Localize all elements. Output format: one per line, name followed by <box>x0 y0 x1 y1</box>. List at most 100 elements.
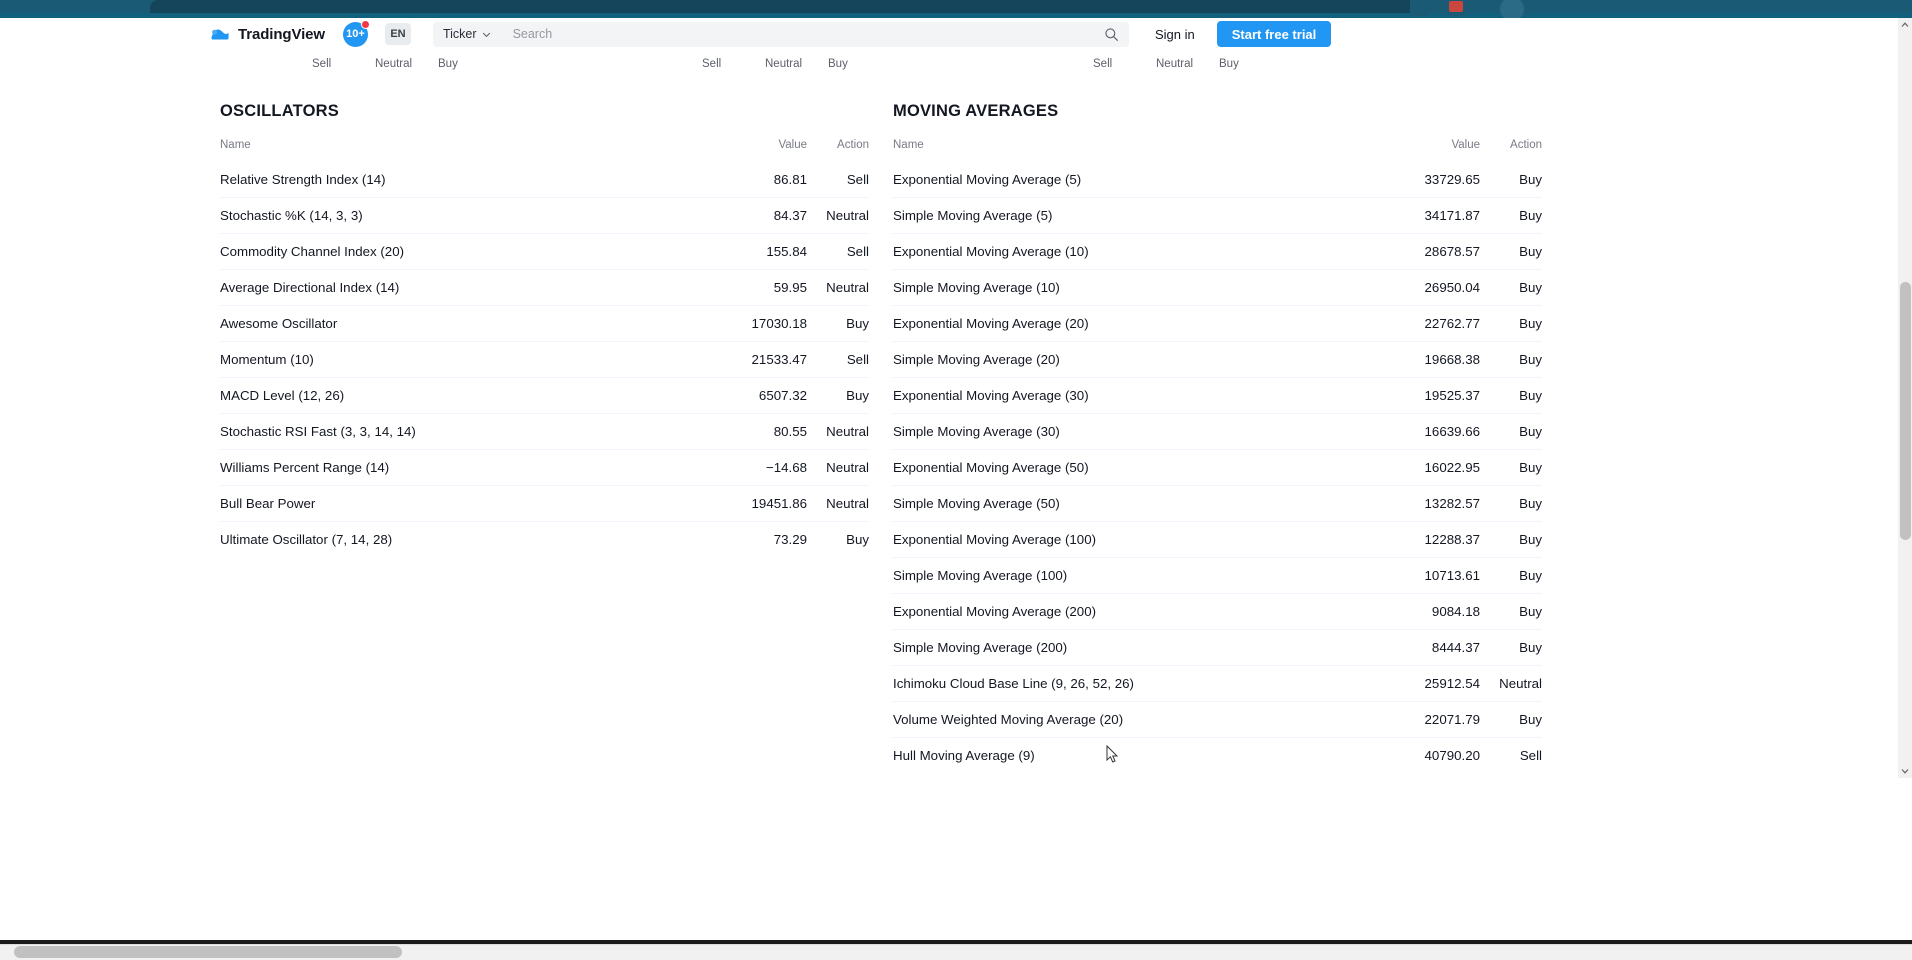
table-row[interactable]: Exponential Moving Average (20) 22762.77 B… <box>893 305 1542 342</box>
indicator-name: Simple Moving Average (100) <box>893 557 1371 594</box>
table-row[interactable]: Exponential Moving Average (10) 28678.57 B… <box>893 233 1542 270</box>
indicator-value: 33729.65 <box>1424 172 1480 187</box>
indicator-action: Buy <box>1480 593 1542 630</box>
indicator-value: 34171.87 <box>1370 197 1480 234</box>
gauge-label-neutral: Neutral <box>375 58 413 70</box>
table-row[interactable]: Volume Weighted Moving Average (20) 22071… <box>893 701 1542 738</box>
table-row[interactable]: Exponential Moving Average (200) 9084.18 B… <box>893 593 1542 630</box>
search-bar[interactable]: Ticker Search <box>432 21 1129 47</box>
horizontal-scrollbar-thumb[interactable] <box>14 946 402 958</box>
indicator-value: 12288.37 <box>1370 521 1480 558</box>
indicator-value: −14.68 <box>677 449 807 486</box>
oscillators-table: Name Value Action Relative Strength Inde… <box>220 139 869 557</box>
table-row[interactable]: Simple Moving Average (50) 13282.57 Buy <box>893 485 1542 522</box>
col-header-name[interactable]: Name <box>220 139 677 162</box>
indicator-name: MACD Level (12, 26) <box>220 377 678 414</box>
table-row[interactable]: Ultimate Oscillator (7, 14, 28) 73.29 Buy <box>220 521 869 557</box>
col-header-value[interactable]: Value <box>677 139 807 162</box>
indicator-action: Neutral <box>807 269 869 306</box>
table-row[interactable]: Bull Bear Power 19451.86 Neutral <box>220 485 869 522</box>
indicator-value: 155.84 <box>677 233 807 270</box>
table-row[interactable]: Exponential Moving Average (100) 12288.37… <box>893 521 1542 558</box>
search-icon[interactable] <box>1104 27 1119 42</box>
table-row[interactable]: Simple Moving Average (10) 26950.04 Buy <box>893 269 1542 306</box>
table-row[interactable]: Commodity Channel Index (20) 155.84 Sell <box>220 233 869 270</box>
indicator-action: Buy <box>1480 197 1542 234</box>
site-header: TradingView 10+ EN Ticker Search Sign in… <box>200 18 1562 50</box>
indicator-action: Sell <box>1480 737 1542 773</box>
table-row[interactable]: Relative Strength Index (14) 86.81 Sell <box>220 162 869 198</box>
window-close-button[interactable] <box>1449 1 1463 12</box>
indicator-value: 28678.57 <box>1370 233 1480 270</box>
scroll-up-arrow-icon[interactable] <box>1898 18 1912 32</box>
chevron-down-icon <box>482 32 490 37</box>
indicator-name: Exponential Moving Average (5) <box>893 172 1082 187</box>
gauge-labels-moving-averages: Sell Neutral Buy <box>1093 58 1239 70</box>
indicator-action: Buy <box>1480 269 1542 306</box>
indicator-name: Stochastic RSI Fast (3, 3, 14, 14) <box>220 413 678 450</box>
gauge-label-buy: Buy <box>438 58 458 70</box>
gauge-labels-oscillators: Sell Neutral Buy <box>312 58 458 70</box>
indicator-value: 16639.66 <box>1370 413 1480 450</box>
col-header-name[interactable]: Name <box>893 139 1370 162</box>
browser-tabstrip[interactable] <box>150 0 1420 14</box>
start-free-trial-button[interactable]: Start free trial <box>1216 21 1332 47</box>
table-row[interactable]: Williams Percent Range (14) −14.68 Neutral <box>220 449 869 486</box>
table-row[interactable]: Ichimoku Cloud Base Line (9, 26, 52, 26)… <box>893 665 1542 702</box>
indicator-action: Buy <box>1480 485 1542 522</box>
table-row[interactable]: Exponential Moving Average (30) 19525.37 B… <box>893 377 1542 414</box>
table-row[interactable]: Simple Moving Average (100) 10713.61 Buy <box>893 557 1542 594</box>
sign-in-button[interactable]: Sign in <box>1155 27 1195 42</box>
table-row[interactable]: Hull Moving Average (9) 40790.20 Sell <box>893 737 1542 773</box>
indicator-name: Simple Moving Average (20) <box>893 341 1371 378</box>
indicator-action: Sell <box>846 172 869 187</box>
search-input[interactable]: Search <box>513 27 1104 41</box>
indicator-value: 6507.32 <box>677 377 807 414</box>
indicator-action: Buy <box>1480 377 1542 414</box>
indicator-name: Exponential Moving Average (20) <box>893 305 1371 342</box>
gauge-label-neutral: Neutral <box>765 58 803 70</box>
col-header-action[interactable]: Action <box>1480 139 1542 162</box>
indicator-name: Simple Moving Average (30) <box>893 413 1371 450</box>
col-header-value[interactable]: Value <box>1370 139 1480 162</box>
indicator-value: 26950.04 <box>1370 269 1480 306</box>
indicator-value: 80.55 <box>677 413 807 450</box>
page-content: Sell Neutral Buy Sell Neutral Buy Sell N… <box>200 50 1562 778</box>
gauge-label-sell: Sell <box>312 58 332 70</box>
table-row[interactable]: Simple Moving Average (30) 16639.66 Buy <box>893 413 1542 450</box>
notifications-badge-wrap: 10+ <box>342 19 370 47</box>
indicator-action: Buy <box>1480 629 1542 666</box>
indicator-action: Buy <box>1480 701 1542 738</box>
indicator-value: 9084.18 <box>1370 593 1480 630</box>
indicator-action: Buy <box>1480 341 1542 378</box>
table-row[interactable]: Momentum (10) 21533.47 Sell <box>220 341 869 378</box>
indicator-name: Williams Percent Range (14) <box>220 449 678 486</box>
indicator-value: 19525.37 <box>1370 377 1480 414</box>
indicator-action: Neutral <box>807 485 869 522</box>
scroll-down-arrow-icon[interactable] <box>1898 764 1912 778</box>
indicator-value: 59.95 <box>677 269 807 306</box>
tradingview-logo-icon <box>211 29 229 40</box>
indicator-name: Exponential Moving Average (50) <box>893 449 1371 486</box>
table-row[interactable]: Exponential Moving Average (50) 16022.95 B… <box>893 449 1542 486</box>
indicator-name: Simple Moving Average (200) <box>893 629 1371 666</box>
table-row[interactable]: Average Directional Index (14) 59.95 Neutr… <box>220 269 869 306</box>
ticker-type-selector[interactable]: Ticker <box>443 27 491 41</box>
table-row[interactable]: Stochastic RSI Fast (3, 3, 14, 14) 80.55 N… <box>220 413 869 450</box>
vertical-scrollbar-thumb[interactable] <box>1900 282 1911 540</box>
indicator-value: 21533.47 <box>677 341 807 378</box>
table-row[interactable]: Simple Moving Average (200) 8444.37 Buy <box>893 629 1542 666</box>
language-selector[interactable]: EN <box>384 23 411 45</box>
tradingview-logo-link[interactable]: TradingView <box>209 23 325 45</box>
indicator-name: Ichimoku Cloud Base Line (9, 26, 52, 26) <box>893 665 1371 702</box>
table-row[interactable]: Stochastic %K (14, 3, 3) 84.37 Neutral <box>220 197 869 234</box>
indicator-value: 22071.79 <box>1370 701 1480 738</box>
table-row[interactable]: Awesome Oscillator 17030.18 Buy <box>220 305 869 342</box>
table-row[interactable]: MACD Level (12, 26) 6507.32 Buy <box>220 377 869 414</box>
window-minimize-button[interactable] <box>1410 0 1428 16</box>
table-row[interactable]: Simple Moving Average (5) 34171.87 Buy <box>893 197 1542 234</box>
col-header-action[interactable]: Action <box>807 139 869 162</box>
table-row[interactable]: Exponential Moving Average (5) 33729.65 Bu… <box>893 162 1542 198</box>
gauge-label-sell: Sell <box>1093 58 1113 70</box>
table-row[interactable]: Simple Moving Average (20) 19668.38 Buy <box>893 341 1542 378</box>
